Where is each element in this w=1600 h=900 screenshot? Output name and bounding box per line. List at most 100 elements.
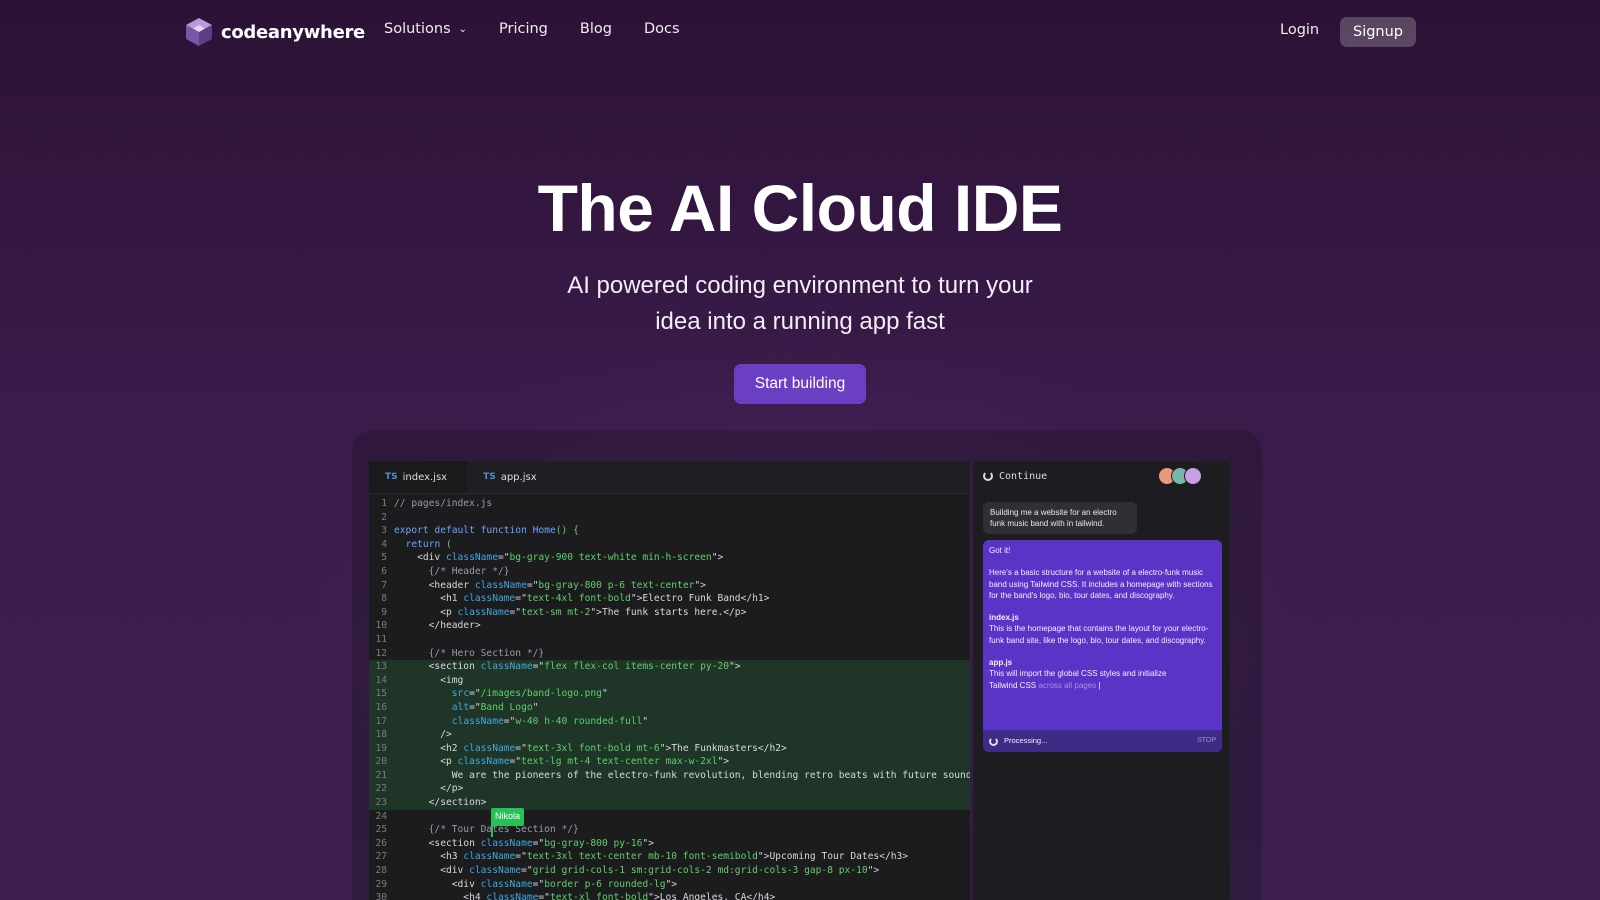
code-line: 15 src="/images/band-logo.png" [369,687,970,701]
nav-pricing[interactable]: Pricing [499,21,548,37]
code-area[interactable]: Nikola 1// pages/index.js 2 3 export defaul… [369,494,970,900]
collaborator-avatars [1158,467,1202,485]
start-building-button[interactable]: Start building [734,364,866,404]
top-nav: codeanywhere Solutions ⌄ Pricing Blog Doc… [0,0,1600,62]
code-text: /> [394,729,452,741]
line-number: 6 [381,565,387,577]
code-text: // pages/index.js [394,498,493,509]
avatar[interactable] [1184,467,1202,485]
ai-intro: Got it! [989,546,1011,555]
code-text: {/* Header */} [394,565,510,577]
line-number: 3 [381,525,387,537]
line-number: 8 [381,593,387,605]
chat-title: Continue [999,470,1048,482]
nav-solutions[interactable]: Solutions ⌄ [384,21,467,37]
text-cursor: | [1096,680,1101,690]
line-number: 4 [381,538,387,550]
line-number: 19 [375,742,387,754]
line-number: 13 [375,661,387,673]
code-line: 3 export default function Home() { [369,524,970,538]
line-number: 21 [375,769,387,781]
tab-index-jsx[interactable]: TS index.jsx [369,461,468,493]
typescript-icon: TS [483,472,496,482]
editor-tabs: TS index.jsx TS app.jsx [369,461,970,494]
collaborator-cursor [491,823,493,837]
file-description-cont: Tailwind CSS [989,680,1037,690]
line-number: 27 [375,851,387,863]
nav-docs[interactable]: Docs [644,21,680,37]
user-message: Building me a website for an electro fun… [983,502,1137,534]
line-number: 30 [375,892,387,900]
code-line: 10 </header> [369,619,970,633]
code-line: 22 </p> [369,782,970,797]
stop-button[interactable]: STOP [1197,735,1216,746]
code-line: 23 </section> [369,796,970,810]
code-text: <div className="grid grid-cols-1 sm:grid… [394,865,880,877]
nav-blog[interactable]: Blog [580,21,612,37]
code-text: <p className="text-sm mt-2">The funk sta… [394,606,747,618]
line-number: 18 [375,729,387,741]
hero-subtitle-line-1: AI powered coding environment to turn yo… [567,272,1033,299]
code-line: 26 <section className="bg-gray-800 py-16… [369,837,970,851]
code-line: 24 [369,810,970,824]
code-line: 1 // pages/index.js [369,497,970,511]
hero-subtitle: AI powered coding environment to turn yo… [500,268,1100,340]
line-number: 9 [381,606,387,618]
line-number: 14 [375,674,387,686]
line-number: 15 [375,688,387,700]
line-number: 22 [375,783,387,795]
login-link[interactable]: Login [1280,22,1319,38]
line-number: 5 [381,552,387,564]
line-number: 1 [381,498,387,509]
code-text: <section className="bg-gray-800 py-16"> [394,837,654,849]
typescript-icon: TS [385,472,398,482]
hero-title: The AI Cloud IDE [537,171,1063,245]
code-line: 8 <h1 className="text-4xl font-bold">Ele… [369,592,970,606]
line-number: 17 [375,715,387,727]
code-line: 20 <p className="text-lg mt-4 text-cente… [369,755,970,769]
line-number: 29 [375,878,387,890]
code-text: {/* Hero Section */} [394,647,545,659]
code-text: We are the pioneers of the electro-funk … [394,769,970,781]
code-line: 12 {/* Hero Section */} [369,647,970,661]
code-text: src="/images/band-logo.png" [451,688,608,700]
code-line: 13 <section className="flex flex-col ite… [369,660,970,674]
code-text: <div className="border p-6 rounded-lg"> [394,878,678,890]
line-number: 2 [381,511,387,523]
code-text: </header> [394,620,481,632]
code-text: {/* Tour Dates Section */} [394,824,579,836]
tab-label: index.jsx [402,471,448,483]
code-text: className="w-40 h-40 rounded-full" [451,715,649,727]
code-line: 25 {/* Tour Dates Section */} [369,823,970,837]
streaming-text: across all pages [1036,680,1097,690]
nav-solutions-label: Solutions [384,21,451,37]
signup-button[interactable]: Signup [1340,17,1416,47]
code-text: export default function Home() { [394,525,579,537]
hero-subtitle-line-2: idea into a running app fast [655,308,945,335]
file-description: This is the homepage that contains the l… [989,624,1209,645]
tab-app-jsx[interactable]: TS app.jsx [467,461,557,493]
code-line: 11 [369,633,970,647]
code-line: 29 <div className="border p-6 rounded-lg… [369,878,970,892]
ai-summary: Here's a basic structure for a website o… [989,568,1213,600]
code-text: </section> [394,797,487,809]
cube-logo-icon [186,18,212,46]
line-number: 12 [375,647,387,659]
code-line: 14 <img [369,673,970,688]
code-text: <h1 className="text-4xl font-bold">Elect… [394,593,770,605]
line-number: 10 [375,620,387,632]
code-text: <div className="bg-gray-900 text-white m… [394,552,724,564]
brand-logo[interactable]: codeanywhere [183,16,365,48]
code-line: 17 className="w-40 h-40 rounded-full" [369,714,970,729]
code-editor: TS index.jsx TS app.jsx Nikola 1 // pages… [369,461,970,900]
line-number: 23 [375,797,387,809]
file-description: This will import the global CSS styles a… [989,669,1167,679]
collaborator-cursor-label: Nikola [491,808,525,826]
code-line: 18 /> [369,728,970,742]
brand-name: codeanywhere [221,21,365,43]
loading-spinner-icon [989,736,998,746]
line-number: 25 [375,824,387,836]
line-number: 11 [375,633,387,645]
code-text: return ( [405,538,452,550]
code-line: 6 {/* Header */} [369,565,970,579]
